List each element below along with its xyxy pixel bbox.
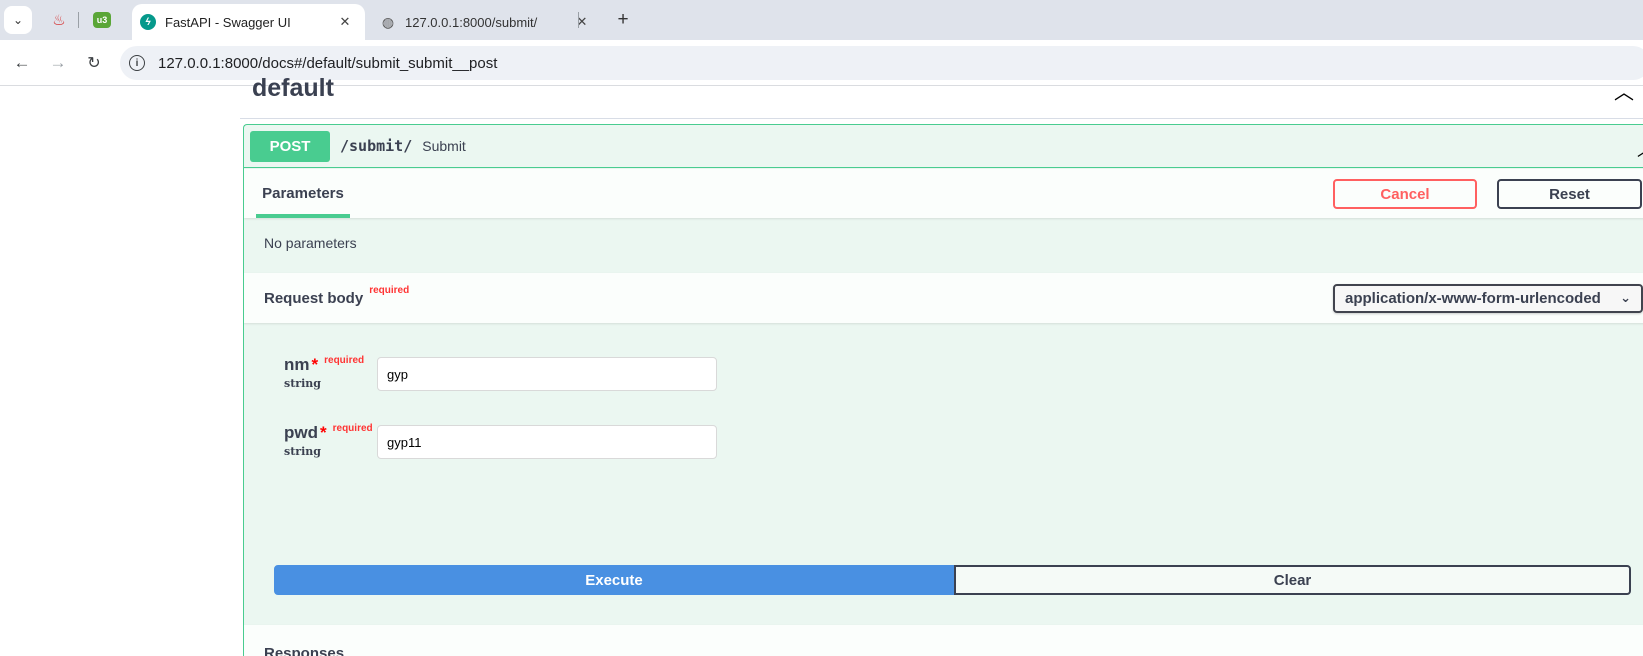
reset-button[interactable]: Reset: [1497, 179, 1642, 209]
tab-submit[interactable]: ◍ 127.0.0.1:8000/submit/ ✕: [372, 4, 602, 40]
no-parameters-text: No parameters: [264, 235, 357, 251]
tab-swagger-ui[interactable]: ϟ FastAPI - Swagger UI ✕: [132, 4, 365, 40]
operation-summary-text: Submit: [422, 138, 466, 154]
pwd-input[interactable]: [377, 425, 717, 459]
browser-toolbar: ← → ↻ i 127.0.0.1:8000/docs#/default/sub…: [0, 40, 1643, 86]
required-badge: required: [369, 284, 410, 296]
browser-tab-bar: ⌄ ♨ u3 ϟ FastAPI - Swagger UI ✕ ◍ 127.0.…: [0, 0, 1643, 40]
operation-block-post: POST /submit/ Submit ︿ Parameters Cancel…: [243, 124, 1643, 656]
field-name: nm: [284, 355, 310, 374]
form-field-pwd: pwd * required string: [284, 423, 373, 458]
globe-icon: ◍: [381, 13, 395, 30]
chevron-down-icon: ⌄: [1620, 290, 1631, 305]
content-type-select[interactable]: application/x-www-form-urlencoded ⌄: [1333, 284, 1643, 313]
required-badge: required: [332, 423, 373, 434]
plus-icon: +: [617, 9, 629, 30]
forward-button[interactable]: →: [45, 50, 71, 76]
clear-button[interactable]: Clear: [954, 565, 1631, 595]
url-text: 127.0.0.1:8000/docs#/default/submit_subm…: [158, 54, 498, 72]
arrow-right-icon: →: [49, 53, 67, 72]
execute-wrapper: Execute Clear: [274, 565, 1631, 595]
tab-separator: [78, 12, 79, 28]
site-info-icon[interactable]: i: [129, 55, 145, 71]
address-bar[interactable]: i 127.0.0.1:8000/docs#/default/submit_su…: [120, 46, 1643, 80]
back-button[interactable]: ←: [9, 50, 35, 76]
required-star: *: [320, 423, 327, 442]
form-field-nm: nm * required string: [284, 355, 364, 390]
tab-parameters[interactable]: Parameters: [256, 169, 350, 218]
pinned-tab-u3[interactable]: u3: [93, 12, 111, 28]
cancel-button[interactable]: Cancel: [1333, 179, 1477, 209]
close-icon[interactable]: ✕: [572, 12, 592, 32]
chevron-up-icon[interactable]: ︿: [1637, 136, 1643, 162]
chevron-down-icon: ⌄: [12, 13, 24, 27]
operation-path: /submit/: [340, 137, 413, 155]
method-badge: POST: [250, 130, 330, 162]
close-icon[interactable]: ✕: [335, 12, 355, 32]
request-body-header: Request body required application/x-www-…: [244, 273, 1643, 323]
nm-input[interactable]: [377, 357, 717, 391]
new-tab-button[interactable]: +: [612, 9, 634, 31]
request-body-label: Request body: [264, 289, 364, 307]
required-badge: required: [324, 355, 365, 366]
reload-icon: ↻: [87, 55, 101, 72]
responses-header: Responses: [244, 625, 1643, 656]
field-name: pwd: [284, 423, 318, 442]
octopus-logo-icon: ♨: [52, 12, 66, 29]
tab-title: 127.0.0.1:8000/submit/: [405, 14, 538, 30]
tag-heading[interactable]: default: [252, 74, 334, 103]
tab-title: FastAPI - Swagger UI: [165, 14, 291, 30]
field-type: string: [284, 377, 321, 390]
chevron-up-icon[interactable]: ︿: [1612, 80, 1636, 104]
required-star: *: [311, 355, 319, 374]
operation-summary[interactable]: POST /submit/ Submit ︿: [244, 125, 1643, 168]
u3-logo-icon: u3: [96, 15, 108, 25]
tab-search-button[interactable]: ⌄: [4, 6, 32, 34]
field-label: nm * required: [284, 355, 364, 375]
field-label: pwd * required: [284, 423, 373, 443]
parameters-header: Parameters Cancel Reset: [244, 169, 1643, 218]
tab-separator: [578, 12, 579, 28]
execute-button[interactable]: Execute: [274, 565, 954, 595]
arrow-left-icon: ←: [13, 53, 31, 72]
content-type-value: application/x-www-form-urlencoded: [1345, 290, 1601, 307]
pinned-tab-octopus[interactable]: ♨: [47, 8, 71, 32]
tag-divider: [240, 118, 1643, 119]
request-body-title: Request body required: [264, 273, 409, 323]
responses-title: Responses: [264, 645, 345, 656]
field-type: string: [284, 445, 321, 458]
reload-button[interactable]: ↻: [81, 50, 107, 76]
fastapi-icon: ϟ: [140, 14, 156, 30]
